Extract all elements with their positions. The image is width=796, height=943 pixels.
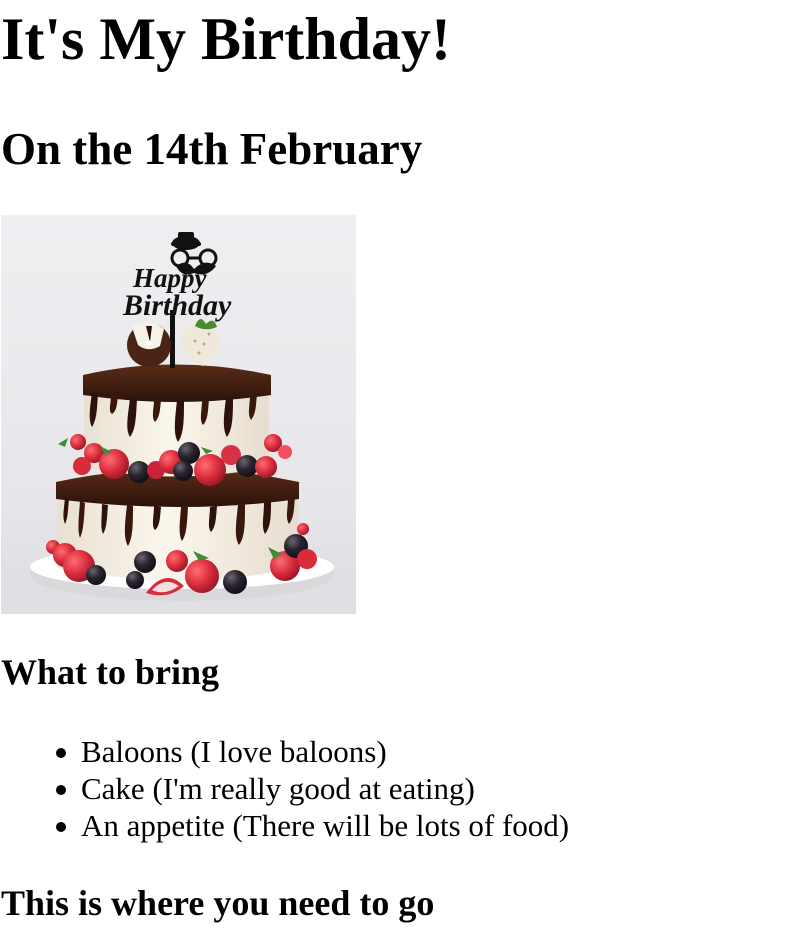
list-item: Baloons (I love baloons) xyxy=(50,733,569,770)
directions-heading: This is where you need to go xyxy=(1,883,435,923)
event-date-heading: On the 14th February xyxy=(1,124,423,174)
page-title: It's My Birthday! xyxy=(1,6,451,72)
topper-birthday-text: Birthday xyxy=(122,289,232,322)
what-to-bring-heading: What to bring xyxy=(1,652,220,692)
list-item: An appetite (There will be lots of food) xyxy=(50,807,569,844)
bring-items-list: Baloons (I love baloons) Cake (I'm reall… xyxy=(50,733,569,844)
birthday-cake-image: Happy Birthday xyxy=(1,215,356,614)
list-item: Cake (I'm really good at eating) xyxy=(50,770,569,807)
cake-illustration-svg: Happy Birthday xyxy=(1,215,356,614)
